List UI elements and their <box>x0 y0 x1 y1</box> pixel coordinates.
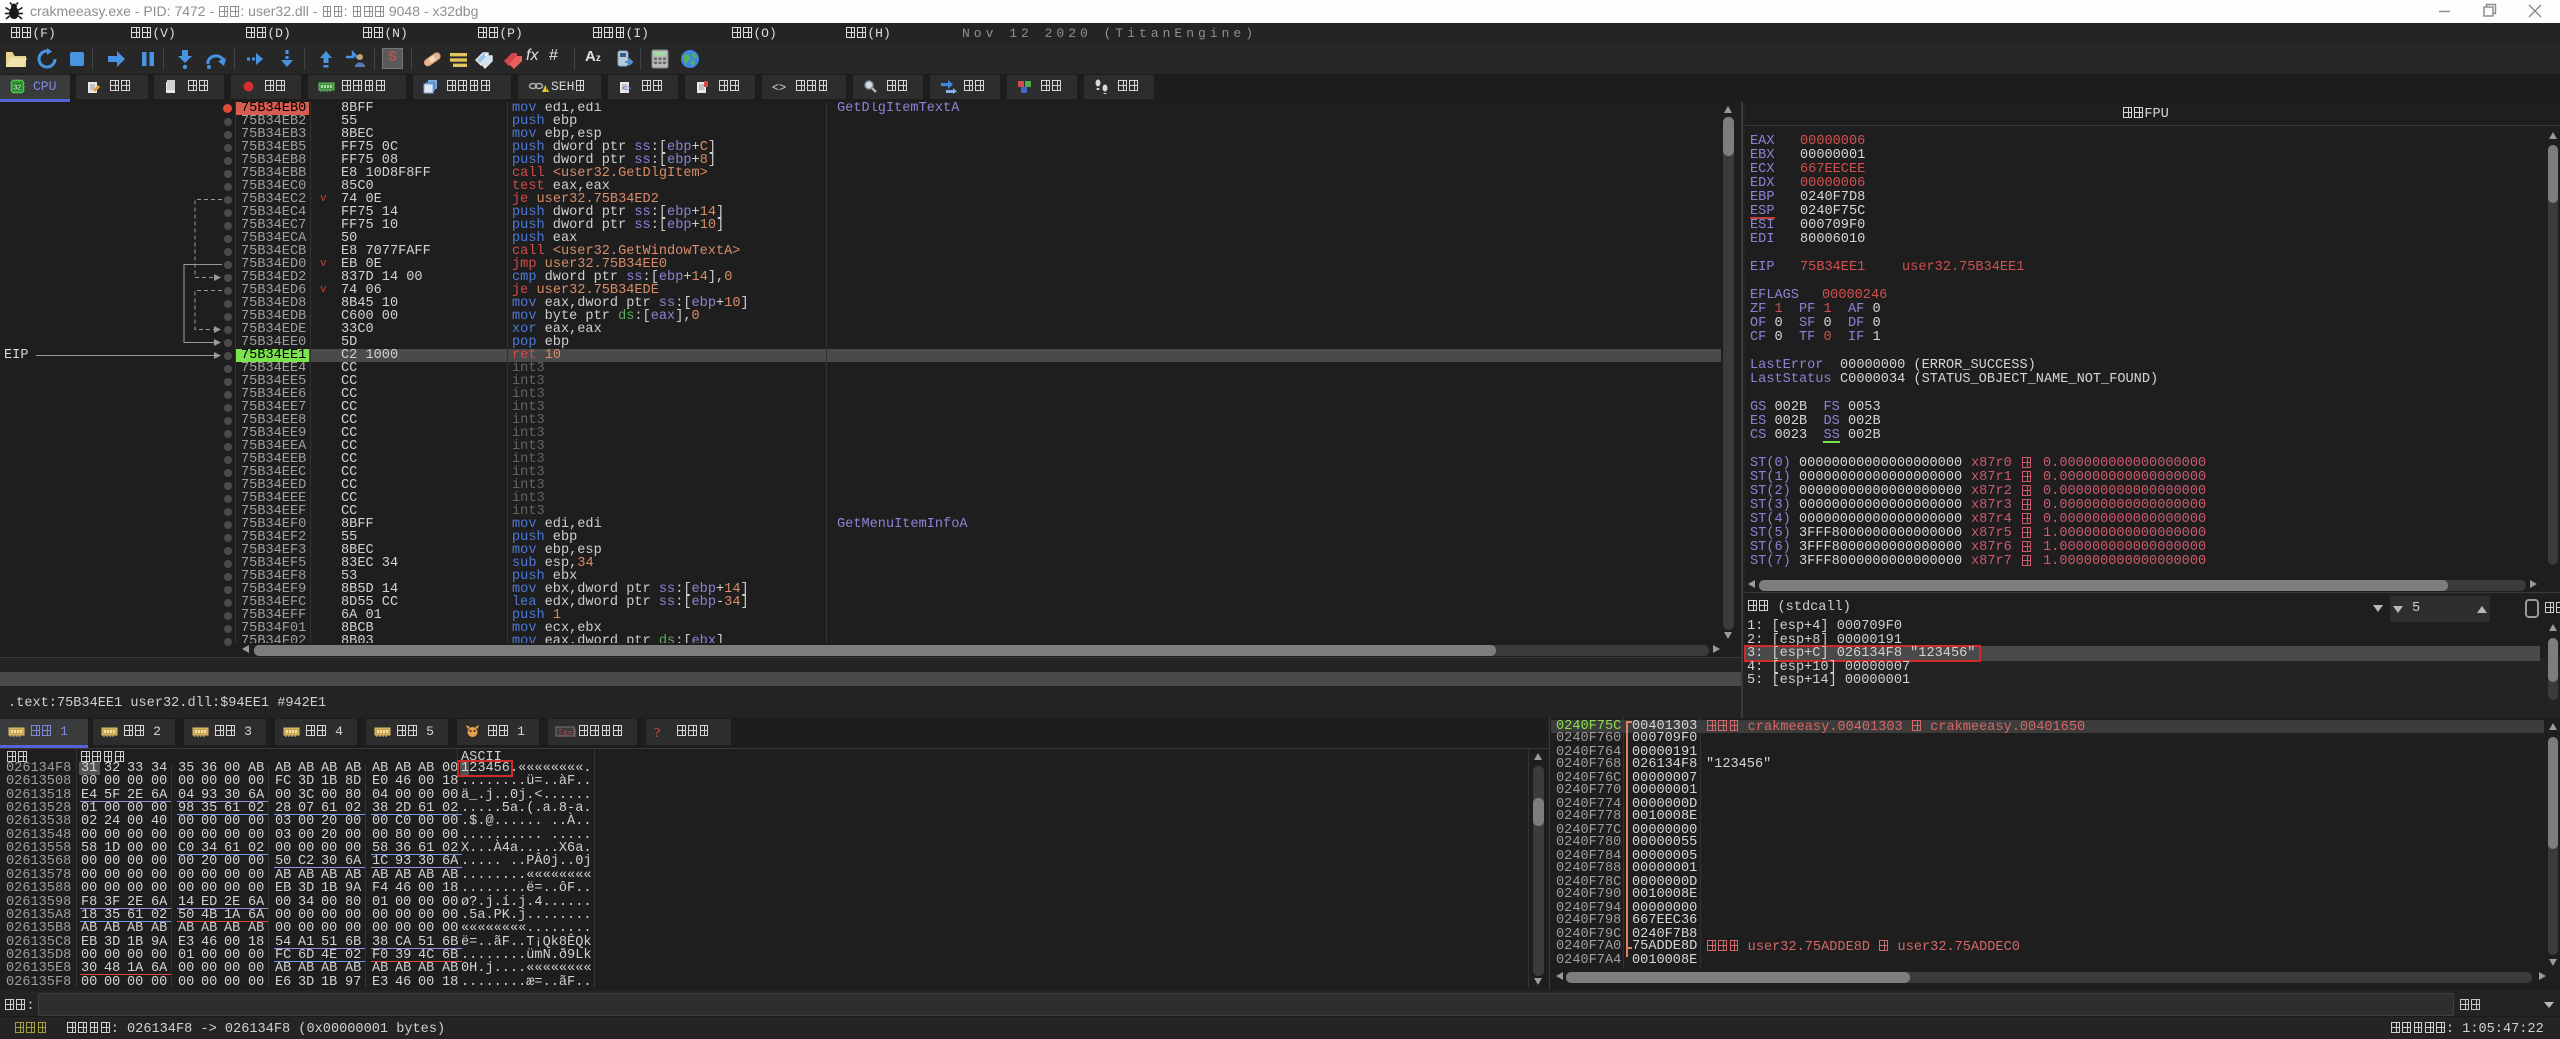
svg-text:<>: <> <box>622 85 632 94</box>
svg-text:!: ! <box>545 87 549 94</box>
svg-text:?: ? <box>654 726 660 741</box>
svg-text:32: 32 <box>13 85 21 92</box>
svg-text:<>: <> <box>772 80 786 94</box>
svg-text:[x=]: [x=] <box>558 729 577 738</box>
